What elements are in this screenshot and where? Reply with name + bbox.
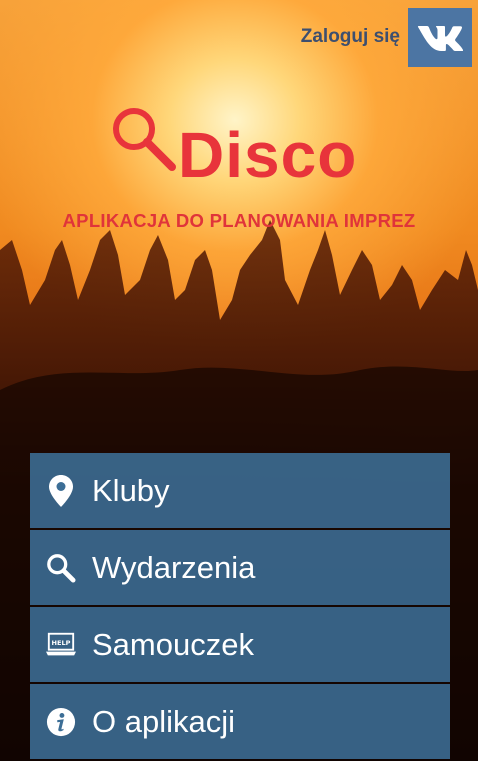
svg-text:HELP: HELP (52, 639, 71, 647)
app-tagline: APLIKACJA DO PLANOWANIA IMPREZ (62, 210, 416, 231)
menu-item-o-aplikacji[interactable]: O aplikacji (30, 684, 450, 759)
menu-item-label: Samouczek (92, 626, 254, 662)
app-logo: Disco (110, 105, 380, 195)
app-title: Disco (178, 119, 358, 191)
location-pin-icon (46, 474, 76, 508)
menu-item-samouczek[interactable]: HELP Samouczek (30, 607, 450, 682)
help-laptop-icon: HELP (46, 628, 76, 662)
menu-item-label: Wydarzenia (92, 549, 256, 585)
menu-item-kluby[interactable]: Kluby (30, 453, 450, 528)
login-label[interactable]: Zaloguj się (301, 26, 400, 48)
menu-item-wydarzenia[interactable]: Wydarzenia (30, 530, 450, 605)
menu-item-label: O aplikacji (92, 703, 235, 739)
info-icon (46, 705, 76, 739)
vk-login-button[interactable] (408, 7, 472, 67)
menu-item-label: Kluby (92, 472, 170, 508)
search-icon (113, 108, 176, 171)
main-menu: Kluby Wydarzenia HELP Samouczek O aplika… (30, 453, 450, 761)
login-row: Zaloguj się (301, 7, 472, 67)
search-icon (46, 551, 76, 585)
vk-logo-icon (417, 26, 463, 51)
